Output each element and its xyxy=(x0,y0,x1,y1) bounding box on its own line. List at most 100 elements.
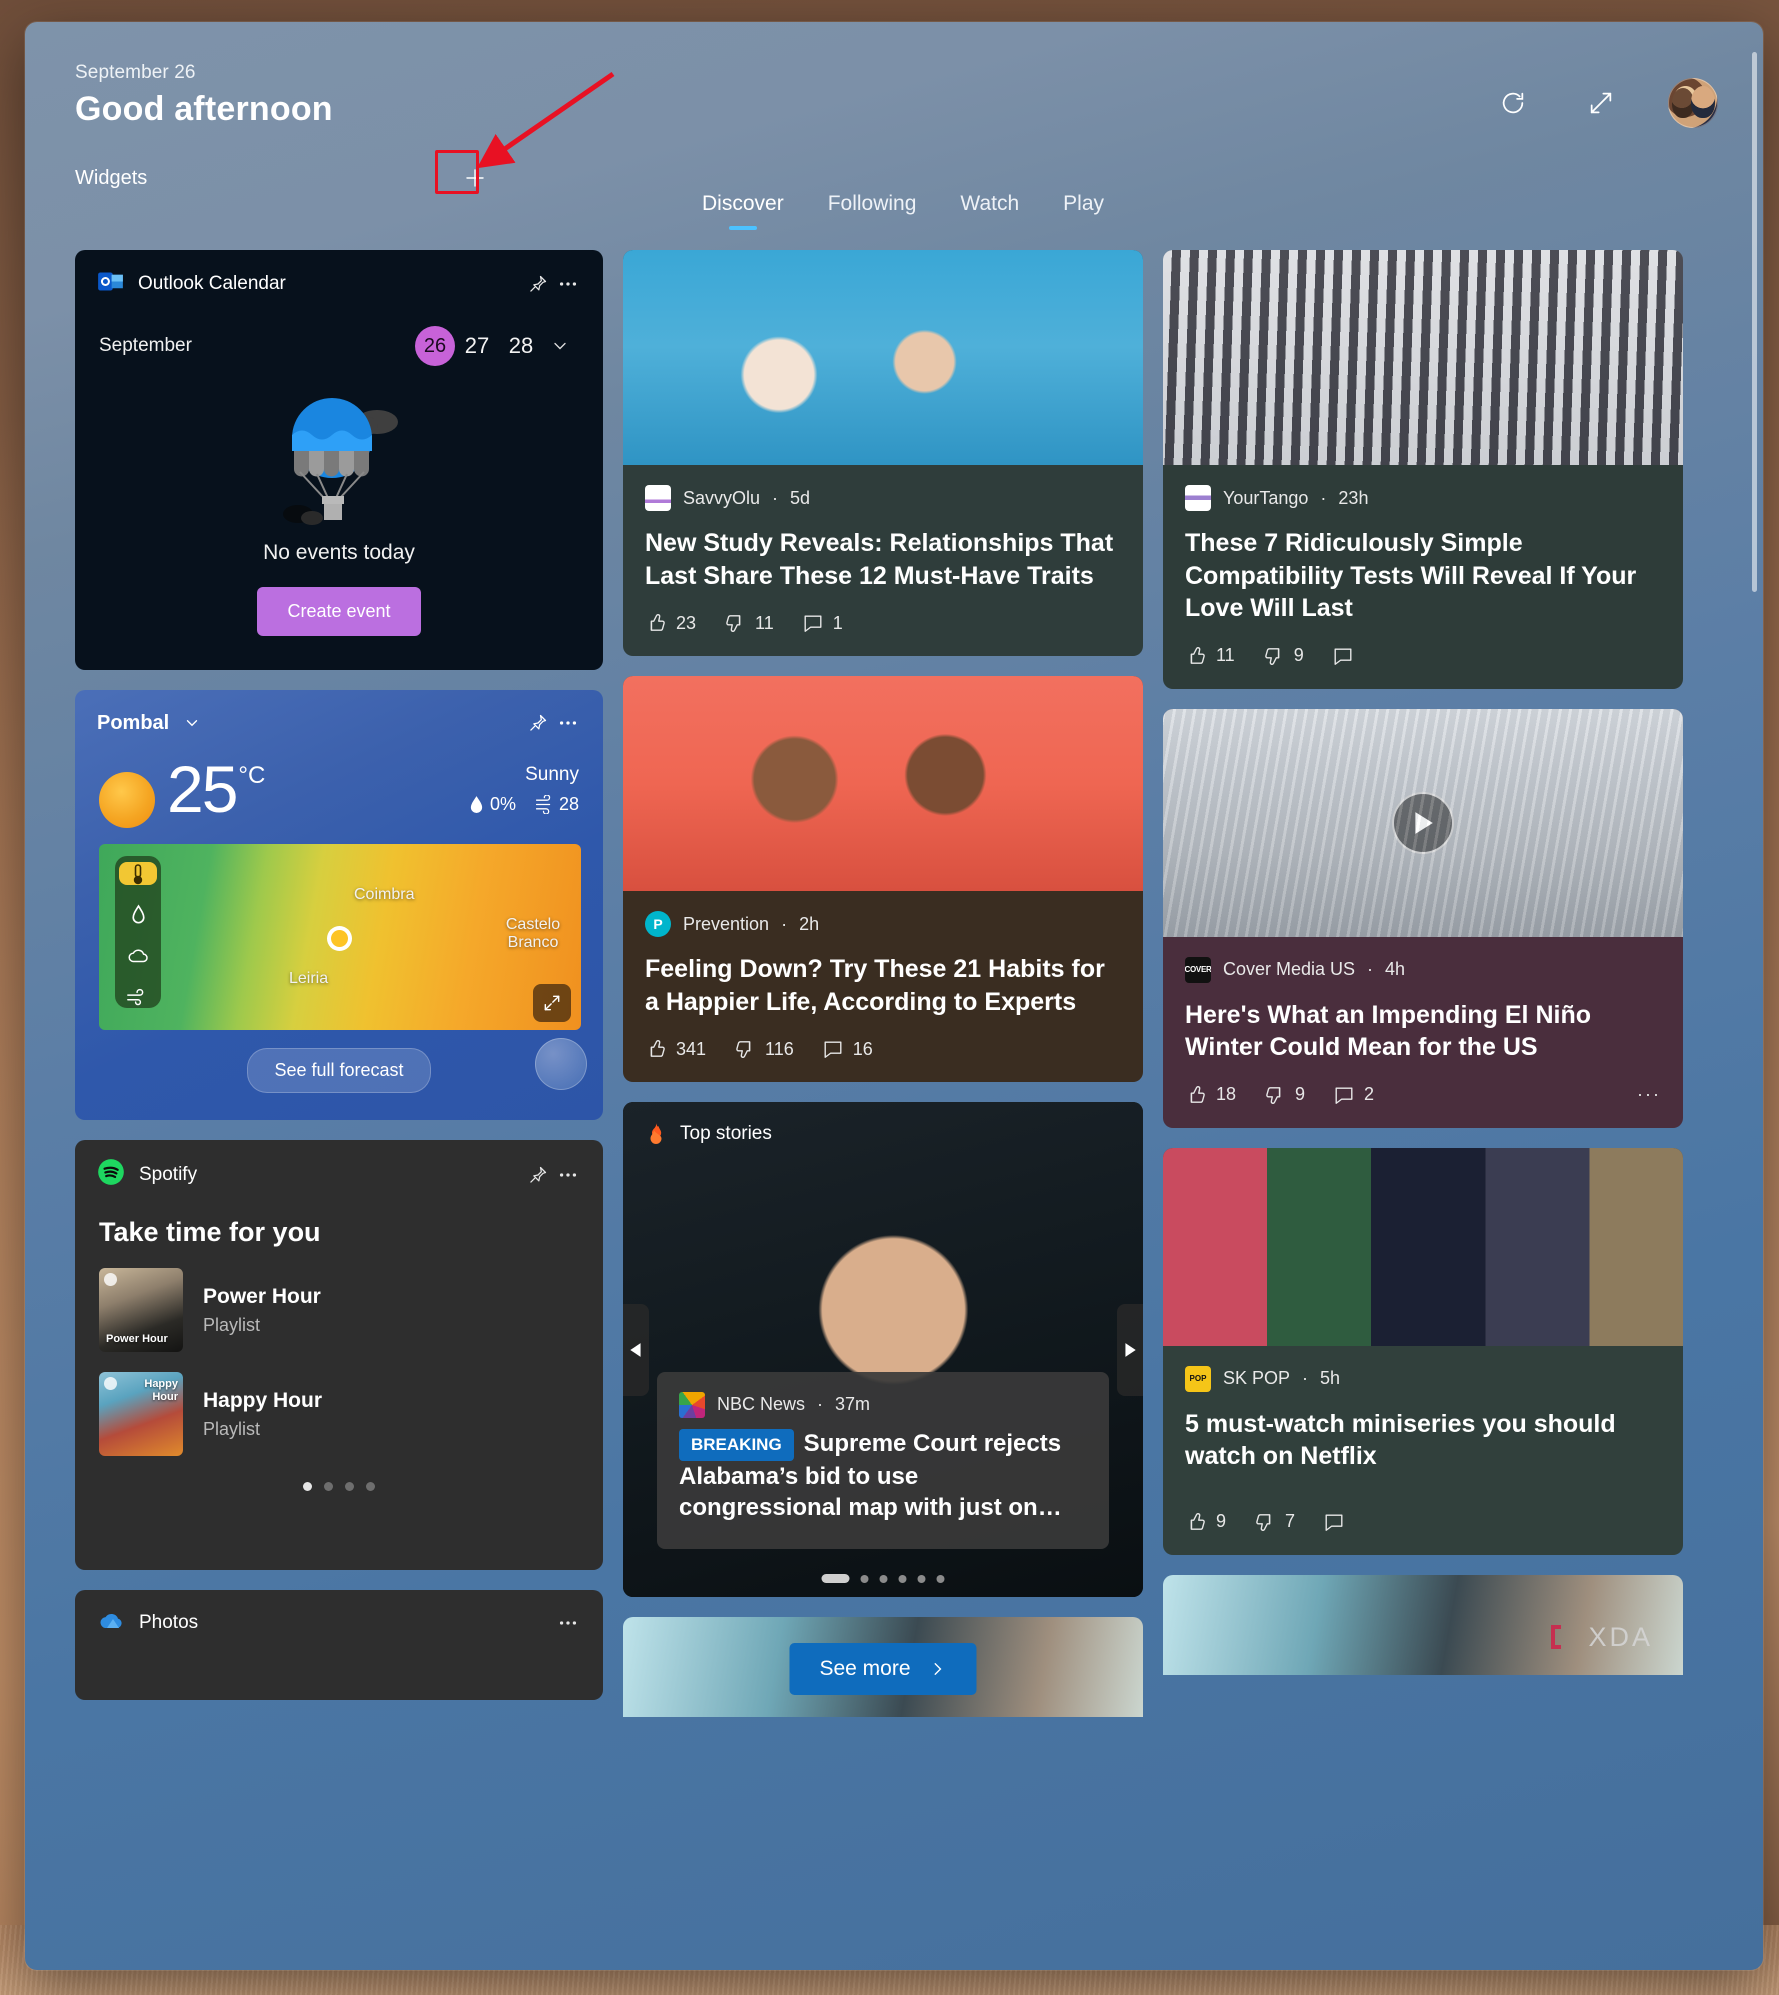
news-headline[interactable]: 5 must-watch miniseries you should watch… xyxy=(1185,1408,1661,1473)
weather-location: Pombal xyxy=(97,711,170,734)
comment-icon xyxy=(1335,1086,1353,1104)
photos-app-name: Photos xyxy=(139,1612,199,1633)
news-card[interactable]: POP SK POP · 5h 5 must-watch miniseries … xyxy=(1163,1147,1683,1555)
widget-photos[interactable]: Photos xyxy=(75,1590,603,1700)
calendar-day-26[interactable]: 26 xyxy=(415,326,455,366)
news-separator: · xyxy=(1302,1368,1309,1388)
like-button[interactable]: 11 xyxy=(1185,645,1235,667)
temperature-icon[interactable] xyxy=(119,862,157,885)
like-button[interactable]: 18 xyxy=(1185,1084,1236,1106)
chevron-down-icon[interactable] xyxy=(543,336,577,356)
see-more-label: See more xyxy=(819,1657,911,1680)
comment-button[interactable]: 2 xyxy=(1333,1084,1374,1106)
dislike-button[interactable]: 9 xyxy=(1263,645,1304,667)
comment-button[interactable]: 16 xyxy=(822,1038,873,1060)
like-button[interactable]: 9 xyxy=(1185,1511,1226,1533)
more-options-icon[interactable] xyxy=(553,1160,583,1190)
create-event-button[interactable]: Create event xyxy=(257,587,421,636)
chevron-down-icon[interactable] xyxy=(177,708,207,738)
news-card[interactable]: COVER Cover Media US · 4h Here's What an… xyxy=(1163,708,1683,1128)
refresh-icon[interactable] xyxy=(1492,82,1534,124)
tab-following[interactable]: Following xyxy=(806,192,939,230)
pin-icon[interactable] xyxy=(523,708,553,738)
news-card[interactable]: SavvyOlu · 5d New Study Reveals: Relatio… xyxy=(623,250,1143,656)
top-story-headline[interactable]: BREAKING Supreme Court rejects Alabama’s … xyxy=(679,1428,1087,1523)
spotify-pagination[interactable] xyxy=(75,1482,603,1491)
news-time: 23h xyxy=(1338,487,1369,508)
expand-map-icon[interactable] xyxy=(533,984,571,1022)
news-source: SavvyOlu xyxy=(683,487,761,508)
dislike-count: 9 xyxy=(1295,1084,1306,1104)
calendar-day-27[interactable]: 27 xyxy=(455,333,499,359)
feed-column-left: SavvyOlu · 5d New Study Reveals: Relatio… xyxy=(623,250,1143,1720)
add-widget-button[interactable] xyxy=(455,158,495,198)
news-headline[interactable]: These 7 Ridiculously Simple Compatibilit… xyxy=(1185,527,1661,625)
weather-map[interactable]: Coimbra Leiria Castelo Branco xyxy=(99,844,581,1030)
more-options-icon[interactable] xyxy=(553,269,583,299)
dislike-button[interactable]: 9 xyxy=(1264,1084,1305,1106)
news-reactions: 18 9 2 ··· xyxy=(1185,1084,1661,1106)
list-item[interactable]: Happy Hour Happy Hour Playlist xyxy=(75,1352,603,1456)
news-headline[interactable]: Feeling Down? Try These 21 Habits for a … xyxy=(645,953,1121,1018)
spotify-badge-icon xyxy=(104,1273,117,1286)
dislike-button[interactable]: 116 xyxy=(734,1038,794,1060)
play-video-button[interactable] xyxy=(1392,791,1454,854)
feed-tabs: Discover Following Watch Play xyxy=(680,192,1126,230)
carousel-next-icon[interactable] xyxy=(1117,1303,1143,1396)
clouds-icon[interactable] xyxy=(119,944,157,967)
precipitation-value: 0% xyxy=(489,794,516,814)
tab-play[interactable]: Play xyxy=(1041,192,1126,230)
dislike-button[interactable]: 11 xyxy=(724,612,774,634)
tab-discover[interactable]: Discover xyxy=(680,192,806,230)
more-options-icon[interactable] xyxy=(553,1608,583,1638)
see-more-button[interactable]: See more xyxy=(789,1643,977,1695)
avatar[interactable] xyxy=(1668,78,1718,128)
widgets-panel: September 26 Good afternoon Widgets Disc… xyxy=(25,22,1763,1970)
top-story-overlay[interactable]: NBC News · 37m BREAKING Supreme Court rej… xyxy=(657,1371,1109,1549)
widgets-column: Outlook Calendar September 26 27 28 No e… xyxy=(75,250,603,1720)
more-options-icon[interactable] xyxy=(553,708,583,738)
status-badge: BREAKING xyxy=(679,1428,794,1461)
news-card[interactable]: P Prevention · 2h Feeling Down? Try Thes… xyxy=(623,676,1143,1082)
spotify-app-name: Spotify xyxy=(139,1163,198,1185)
photos-widget-header: Photos xyxy=(75,1590,603,1638)
widget-spotify[interactable]: Spotify Take time for you Power Hour Pow… xyxy=(75,1140,603,1570)
comment-button[interactable] xyxy=(1332,645,1363,667)
precipitation-icon[interactable] xyxy=(119,903,157,926)
calendar-day-28[interactable]: 28 xyxy=(499,333,543,359)
like-button[interactable]: 341 xyxy=(645,1038,706,1060)
comment-button[interactable]: 1 xyxy=(802,612,843,634)
widgets-scroll-area[interactable]: September 26 Good afternoon Widgets Disc… xyxy=(25,22,1763,1970)
carousel-pagination[interactable] xyxy=(821,1574,945,1583)
spotify-icon xyxy=(97,1158,125,1191)
list-item[interactable]: Power Hour Power Hour Playlist xyxy=(75,1248,603,1352)
more-options-icon[interactable]: ··· xyxy=(1637,1084,1661,1105)
news-headline[interactable]: Here's What an Impending El Niño Winter … xyxy=(1185,999,1661,1064)
wind-icon[interactable] xyxy=(119,985,157,1008)
news-headline[interactable]: New Study Reveals: Relationships That La… xyxy=(645,527,1121,592)
weather-temperature: 25 xyxy=(167,752,238,826)
see-full-forecast-button[interactable]: See full forecast xyxy=(247,1048,431,1093)
comment-button[interactable] xyxy=(1323,1511,1354,1533)
news-source-row: NBC News · 37m xyxy=(679,1391,1087,1418)
pin-icon[interactable] xyxy=(523,1160,553,1190)
dislike-button[interactable]: 7 xyxy=(1254,1511,1295,1533)
widget-weather[interactable]: Pombal 25 °C Sunny 0% 28 Coimbra Leiria … xyxy=(75,690,603,1120)
scrollbar-thumb[interactable] xyxy=(1752,52,1757,592)
pin-icon[interactable] xyxy=(523,269,553,299)
spotify-heading: Take time for you xyxy=(99,1217,321,1247)
news-source: NBC News xyxy=(717,1394,806,1415)
widget-outlook-calendar[interactable]: Outlook Calendar September 26 27 28 No e… xyxy=(75,250,603,670)
panel-scrollbar[interactable] xyxy=(1752,52,1757,1950)
expand-icon[interactable] xyxy=(1580,82,1622,124)
like-count: 9 xyxy=(1216,1511,1227,1531)
playlist-type: Playlist xyxy=(203,1418,261,1439)
tab-watch[interactable]: Watch xyxy=(938,192,1041,230)
spotify-badge-icon xyxy=(104,1377,117,1390)
dislike-count: 116 xyxy=(765,1038,794,1059)
weather-unit: °C xyxy=(238,762,266,789)
news-card[interactable]: YourTango · 23h These 7 Ridiculously Sim… xyxy=(1163,250,1683,689)
like-button[interactable]: 23 xyxy=(645,612,696,634)
top-stories-carousel[interactable]: Top stories NBC News · 37m BREAKING Supr… xyxy=(623,1102,1143,1597)
carousel-prev-icon[interactable] xyxy=(623,1303,649,1396)
